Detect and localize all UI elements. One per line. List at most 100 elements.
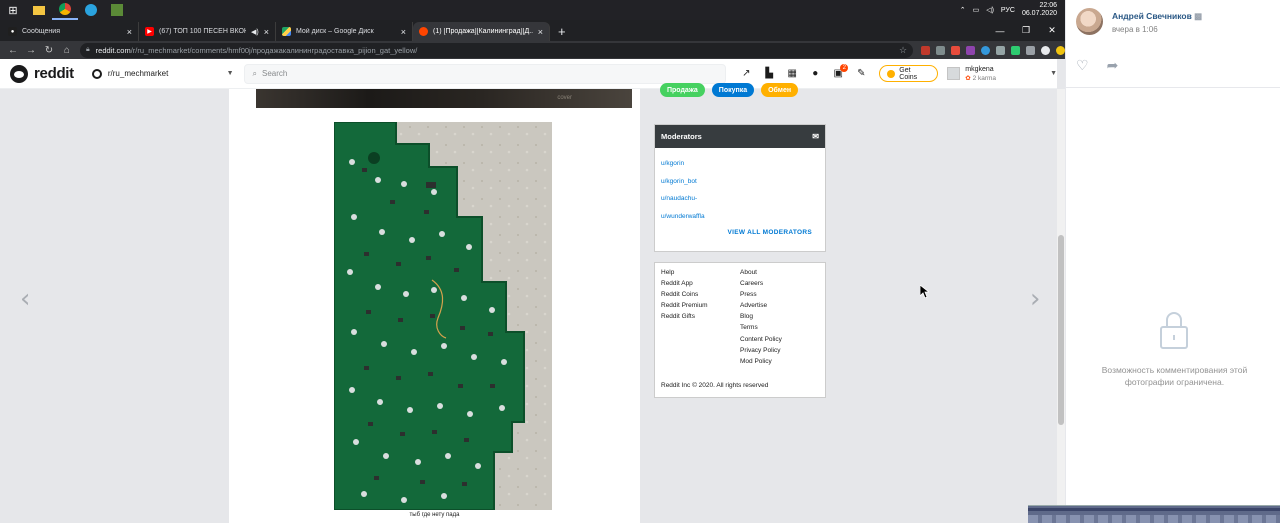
footer-link[interactable]: Content Policy [740, 336, 819, 347]
extension-icon[interactable] [951, 45, 961, 55]
post-time[interactable]: вчера в 1:06 [1112, 25, 1202, 34]
chat-icon[interactable]: ● [809, 68, 821, 80]
stats-icon[interactable]: ▙ [763, 68, 775, 80]
moderators-header: Moderators ✉ [655, 125, 825, 148]
file-explorer-icon[interactable] [26, 0, 52, 20]
user-menu[interactable]: mkgkena ✿ 2 karma ▼ [947, 66, 1057, 82]
chrome-icon[interactable] [52, 0, 78, 20]
post-image-pcb[interactable] [334, 122, 552, 510]
footer-link[interactable]: Reddit Gifts [661, 313, 740, 324]
previous-photo-arrow-icon[interactable]: ‹ [20, 284, 30, 314]
restore-icon[interactable]: ❐ [1013, 20, 1039, 41]
footer-link[interactable]: About [740, 269, 819, 280]
volume-icon[interactable]: ◁) [986, 6, 994, 14]
extension-icon[interactable] [981, 45, 991, 55]
footer-link[interactable]: Reddit Coins [661, 291, 740, 302]
moderator-link[interactable]: u/wunderwaffla [661, 208, 819, 226]
minecraft-icon[interactable] [104, 0, 130, 20]
window-controls: — ❐ ✕ [987, 20, 1065, 41]
footer-link[interactable]: Reddit App [661, 280, 740, 291]
create-post-icon[interactable]: ✎ [855, 68, 867, 80]
tray-clock[interactable]: 22:06 06.07.2020 [1022, 2, 1057, 18]
extension-icon[interactable] [996, 45, 1006, 55]
footer-links-card: Help Reddit App Reddit Coins Reddit Prem… [654, 262, 826, 398]
flair-buy[interactable]: Покупка [711, 83, 755, 97]
popular-trending-icon[interactable]: ↗ [740, 68, 752, 80]
footer-link[interactable]: Help [661, 269, 740, 280]
tab-close-icon[interactable]: × [401, 27, 406, 37]
extension-icon[interactable] [936, 45, 946, 55]
tab-close-icon[interactable]: × [538, 27, 543, 37]
share-icon[interactable]: ➦ [1107, 57, 1119, 74]
footer-link[interactable]: Blog [740, 313, 819, 324]
window-thumbnail-preview[interactable] [1028, 505, 1280, 523]
footer-link[interactable]: Careers [740, 280, 819, 291]
scrollbar-thumb[interactable] [1058, 235, 1064, 425]
footer-link[interactable]: Advertise [740, 302, 819, 313]
footer-link[interactable]: Terms [740, 324, 819, 335]
moderator-link[interactable]: u/naudachu- [661, 190, 819, 208]
network-icon[interactable]: ▭ [973, 6, 980, 14]
get-coins-button[interactable]: Get Coins [879, 65, 939, 82]
telegram-icon[interactable] [78, 0, 104, 20]
reload-icon[interactable]: ↻ [44, 45, 54, 56]
moderators-title: Moderators [661, 132, 702, 141]
footer-link[interactable]: Mod Policy [740, 358, 819, 369]
windows-taskbar: ⊞ ⌃ ▭ ◁) РУС 22:06 06.07.2020 [0, 0, 1065, 20]
view-all-moderators-link[interactable]: VIEW ALL MODERATORS [727, 229, 812, 236]
tab-title: (67) ТОП 100 ПЕСЕН ВКОНТ [159, 28, 247, 35]
header-actions: ↗ ▙ ▦ ● ▣ 2 ✎ [740, 63, 867, 80]
close-window-icon[interactable]: ✕ [1039, 20, 1065, 41]
footer-column: Help Reddit App Reddit Coins Reddit Prem… [661, 269, 740, 369]
footer-link[interactable]: Reddit Premium [661, 302, 740, 313]
search-input[interactable]: ⌕ Search [243, 63, 727, 84]
mail-icon[interactable]: ✉ [812, 132, 819, 141]
tab-audio-icon[interactable]: ◀) [251, 28, 259, 36]
tab-messages[interactable]: ● Сообщения × [2, 22, 139, 41]
tray-chevron-icon[interactable]: ⌃ [960, 6, 966, 14]
tab-close-icon[interactable]: × [264, 27, 269, 37]
tray-time: 22:06 [1039, 2, 1057, 9]
extension-icon[interactable] [921, 45, 931, 55]
flair-label: Продажа [667, 86, 698, 94]
notifications-icon[interactable]: ▣ 2 [832, 63, 849, 80]
windows-start-icon[interactable]: ⊞ [0, 0, 26, 20]
previous-post-image[interactable]: cover [256, 89, 632, 108]
like-heart-icon[interactable]: ♡ [1076, 57, 1089, 74]
tab-close-icon[interactable]: × [127, 27, 132, 37]
youtube-favicon-icon: ▶ [145, 27, 154, 36]
extension-icon[interactable] [966, 45, 976, 55]
tab-google-drive[interactable]: Мой диск – Google Диск × [276, 22, 413, 41]
home-icon[interactable]: ⌂ [62, 45, 72, 56]
author-name[interactable]: Андрей Свечников [1112, 11, 1192, 21]
next-photo-arrow-icon[interactable]: › [1030, 284, 1040, 314]
community-dropdown[interactable]: r/ru_mechmarket ▼ [91, 68, 234, 79]
author-avatar[interactable] [1076, 8, 1103, 35]
extension-icon[interactable] [1011, 45, 1021, 55]
page-scrollbar[interactable] [1057, 89, 1065, 523]
new-tab-button[interactable]: + [550, 22, 574, 41]
footer-link[interactable]: Privacy Policy [740, 347, 819, 358]
tab-reddit[interactable]: (1) [Продажа][Калининград][Д... × [413, 22, 550, 41]
address-bar[interactable]: 🔒︎ reddit.com/r/ru_mechmarket/comments/h… [79, 42, 914, 58]
coin-icon [887, 69, 896, 78]
moderators-list: u/kgorin u/kgorin_bot u/naudachu- u/wund… [655, 148, 825, 225]
profile-avatar-icon[interactable] [1056, 45, 1066, 55]
forward-arrow-icon[interactable]: → [26, 45, 36, 56]
lock-icon[interactable]: 🔒︎ [86, 46, 90, 54]
tab-youtube[interactable]: ▶ (67) ТОП 100 ПЕСЕН ВКОНТ ◀) × [139, 22, 276, 41]
moderator-link[interactable]: u/kgorin [661, 155, 819, 173]
bookmark-star-icon[interactable]: ☆ [899, 45, 907, 56]
flair-trade[interactable]: Обмен [761, 83, 799, 97]
minimize-icon[interactable]: — [987, 20, 1013, 41]
qr-code-icon[interactable]: ▦ [786, 68, 798, 80]
flair-sale[interactable]: Продажа [660, 83, 705, 97]
tray-language[interactable]: РУС [1001, 7, 1015, 14]
moderator-link[interactable]: u/kgorin_bot [661, 173, 819, 191]
puzzle-extensions-icon[interactable] [1026, 45, 1036, 55]
footer-link[interactable]: Press [740, 291, 819, 302]
back-arrow-icon[interactable]: ← [8, 45, 18, 56]
reddit-logo[interactable]: reddit [10, 64, 74, 83]
profile-icon[interactable] [1041, 45, 1051, 55]
vk-messages-favicon-icon: ● [8, 27, 17, 36]
